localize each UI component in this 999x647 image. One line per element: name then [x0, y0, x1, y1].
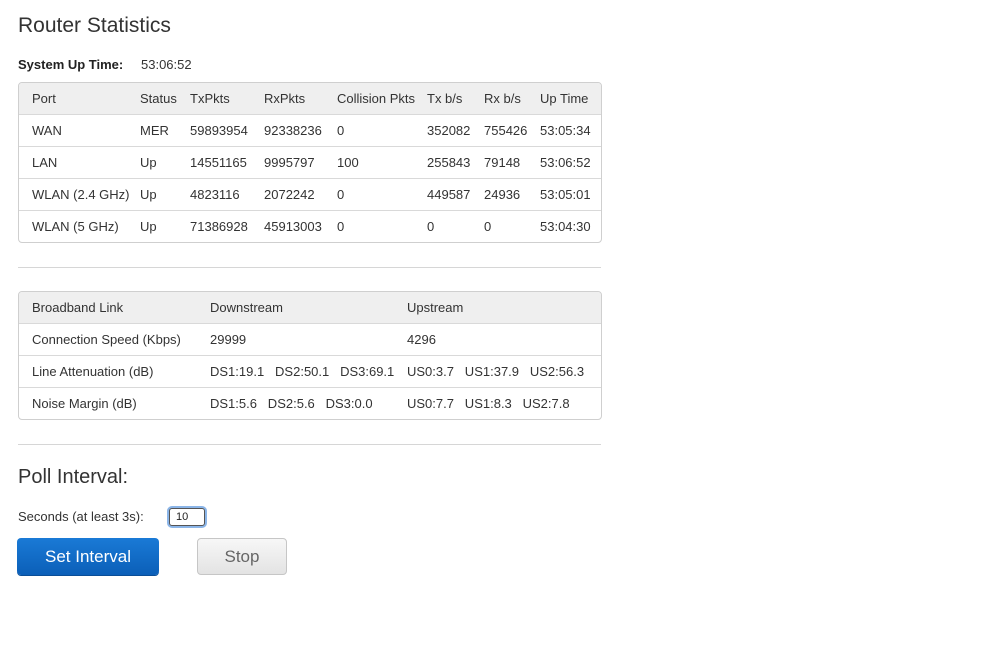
table-row: LAN Up 14551165 9995797 100 255843 79148… [19, 146, 601, 178]
section-divider [18, 444, 601, 445]
table-cell: 4296 [407, 332, 436, 347]
table-cell: 255843 [427, 155, 471, 170]
table-cell: 2072242 [264, 187, 315, 202]
table-cell: 45913003 [264, 219, 322, 234]
table-cell: 79148 [484, 155, 521, 170]
table-cell: 352082 [427, 123, 471, 138]
table-cell: 92338236 [264, 123, 322, 138]
table-cell: 755426 [484, 123, 528, 138]
table-cell: 53:04:30 [540, 219, 591, 234]
poll-seconds-input[interactable] [169, 508, 205, 526]
table-cell: 53:05:01 [540, 187, 591, 202]
table-cell: 14551165 [190, 155, 247, 170]
table-cell: DS1:19.1 DS2:50.1 DS3:69.1 [210, 364, 395, 379]
table-cell: 71386928 [190, 219, 248, 234]
table-cell: 100 [337, 155, 359, 170]
table-cell: 0 [484, 219, 492, 234]
table-row: Noise Margin (dB) DS1:5.6 DS2:5.6 DS3:0.… [19, 387, 601, 419]
table-cell: 0 [337, 219, 345, 234]
table-row: WAN MER 59893954 92338236 0 352082 75542… [19, 114, 601, 146]
table-cell: 29999 [210, 332, 247, 347]
column-header: RxPkts [264, 91, 306, 106]
table-cell: 53:06:52 [540, 155, 591, 170]
system-uptime: System Up Time: 53:06:52 [18, 57, 192, 72]
seconds-label: Seconds (at least 3s): [18, 509, 144, 524]
port-stats-table: Port Status TxPkts RxPkts Collision Pkts… [18, 82, 602, 243]
table-row: WLAN (2.4 GHz) Up 4823116 2072242 0 4495… [19, 178, 601, 210]
table-cell: DS1:5.6 DS2:5.6 DS3:0.0 [210, 396, 373, 411]
table-cell: Up [140, 187, 157, 202]
table-cell: 53:05:34 [540, 123, 591, 138]
column-header: Up Time [540, 91, 589, 106]
table-cell: Up [140, 219, 157, 234]
table-cell: 0 [337, 123, 345, 138]
page-title: Router Statistics [18, 14, 171, 37]
table-header-row: Port Status TxPkts RxPkts Collision Pkts… [19, 83, 601, 114]
uptime-label: System Up Time: [18, 57, 124, 72]
table-cell: 0 [337, 187, 345, 202]
table-cell: 24936 [484, 187, 521, 202]
table-cell: US0:7.7 US1:8.3 US2:7.8 [407, 396, 570, 411]
table-cell: 449587 [427, 187, 471, 202]
uptime-value: 53:06:52 [141, 57, 192, 72]
table-cell: LAN [32, 155, 58, 170]
table-cell: Connection Speed (Kbps) [32, 332, 181, 347]
table-cell: 4823116 [190, 187, 240, 202]
set-interval-button[interactable]: Set Interval [17, 538, 159, 575]
table-cell: Noise Margin (dB) [32, 396, 137, 411]
table-cell: WAN [32, 123, 62, 138]
table-cell: 0 [427, 219, 435, 234]
section-divider [18, 267, 601, 268]
column-header: Downstream [210, 300, 283, 315]
column-header: Status [140, 91, 177, 106]
broadband-link-table: Broadband Link Downstream Upstream Conne… [18, 291, 602, 420]
column-header: Port [32, 91, 56, 106]
table-cell: WLAN (5 GHz) [32, 219, 119, 234]
table-cell: Up [140, 155, 157, 170]
poll-interval-heading: Poll Interval: [18, 466, 129, 488]
table-cell: MER [140, 123, 169, 138]
table-cell: Line Attenuation (dB) [32, 364, 154, 379]
table-row: Line Attenuation (dB) DS1:19.1 DS2:50.1 … [19, 355, 601, 387]
stop-button[interactable]: Stop [197, 538, 287, 575]
table-row: WLAN (5 GHz) Up 71386928 45913003 0 0 0 … [19, 210, 601, 242]
column-header: TxPkts [190, 91, 230, 106]
table-cell: US0:3.7 US1:37.9 US2:56.3 [407, 364, 585, 379]
table-cell: 9995797 [264, 155, 315, 170]
table-header-row: Broadband Link Downstream Upstream [19, 292, 601, 323]
table-row: Connection Speed (Kbps) 29999 4296 [19, 323, 601, 355]
column-header: Upstream [407, 300, 464, 315]
column-header: Tx b/s [427, 91, 463, 106]
column-header: Collision Pkts [337, 91, 416, 106]
column-header: Broadband Link [32, 300, 124, 315]
table-cell: 59893954 [190, 123, 248, 138]
column-header: Rx b/s [484, 91, 521, 106]
table-cell: WLAN (2.4 GHz) [32, 187, 130, 202]
